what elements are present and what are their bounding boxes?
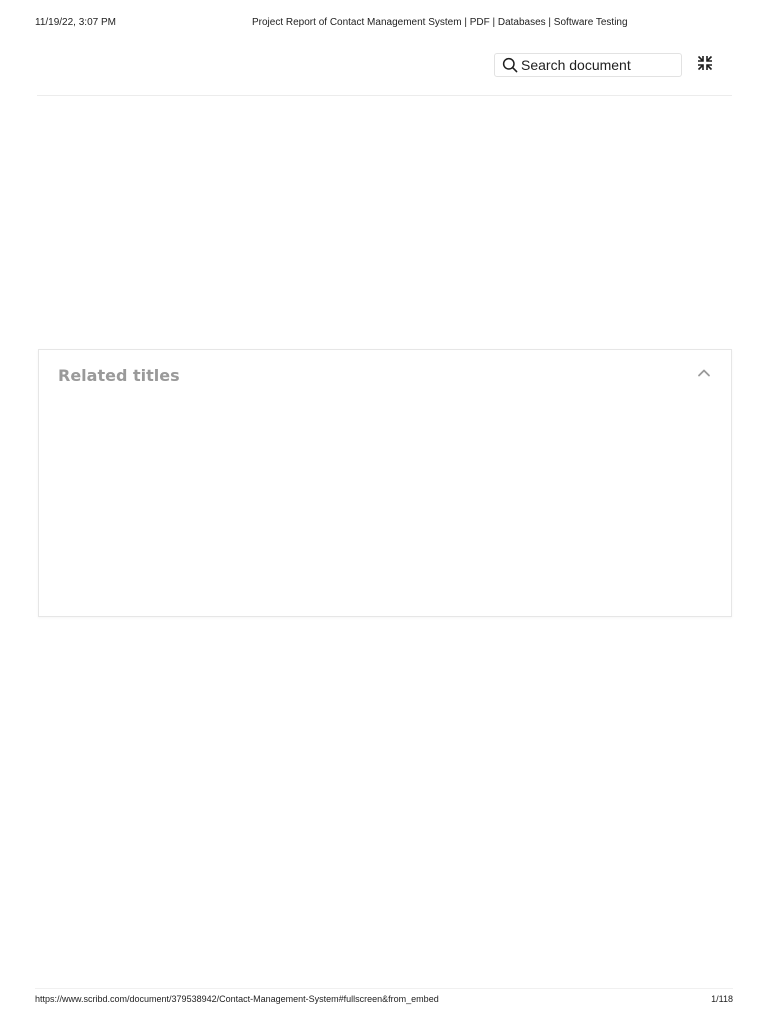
- print-footer: https://www.scribd.com/document/37953894…: [0, 994, 768, 1008]
- search-icon: [502, 57, 518, 73]
- print-datetime: 11/19/22, 3:07 PM: [35, 17, 116, 28]
- toolbar-divider: [37, 95, 732, 96]
- exit-fullscreen-icon: [697, 55, 713, 76]
- exit-fullscreen-button[interactable]: [696, 55, 714, 76]
- collapse-related-titles-button[interactable]: [697, 368, 711, 382]
- print-page-title: Project Report of Contact Management Sys…: [252, 17, 628, 28]
- related-titles-heading: Related titles: [58, 366, 180, 385]
- footer-divider: [35, 988, 733, 989]
- search-placeholder: Search document: [521, 57, 631, 73]
- print-header: 11/19/22, 3:07 PM Project Report of Cont…: [0, 17, 768, 31]
- chevron-up-icon: [697, 366, 711, 385]
- print-page-indicator: 1/118: [711, 994, 733, 1004]
- search-input[interactable]: Search document: [494, 53, 682, 77]
- print-url: https://www.scribd.com/document/37953894…: [35, 994, 439, 1004]
- related-titles-panel: Related titles: [38, 349, 732, 617]
